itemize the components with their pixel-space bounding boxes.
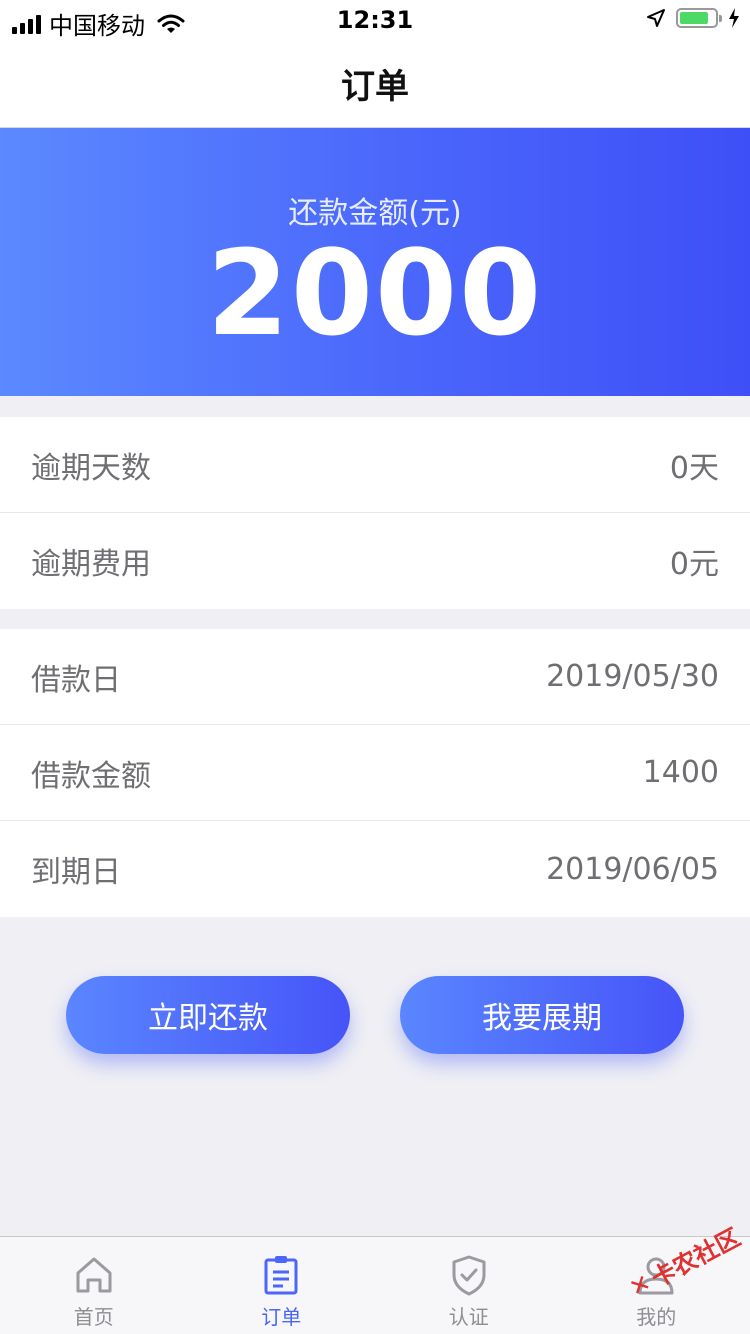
due-date-label: 到期日 [31,855,121,890]
order-icon [264,1256,298,1295]
status-bar: 中国移动 12:31 [0,0,750,40]
home-icon [76,1257,112,1293]
tab-home-label: 首页 [73,1305,114,1329]
overdue-days-row: 逾期天数 0天 [0,417,750,513]
status-time: 12:31 [336,6,414,34]
overdue-fee-row: 逾期费用 0元 [0,513,750,609]
navigation-bar: 订单 [0,40,750,128]
shield-check-icon [452,1255,486,1296]
tab-orders[interactable]: 订单 [188,1237,376,1334]
tab-profile-label: 我的 [636,1305,677,1329]
loan-date-value: 2019/05/30 [546,659,719,694]
overdue-info-group: 逾期天数 0天 逾期费用 0元 [0,417,750,609]
loan-date-row: 借款日 2019/05/30 [0,629,750,725]
tab-verification[interactable]: 认证 [375,1237,563,1334]
loan-amount-label: 借款金额 [31,758,151,794]
repayment-summary-banner: 还款金额(元) 2000 [0,128,750,396]
location-arrow-icon [647,9,665,27]
battery-icon [676,8,722,28]
extend-loan-button[interactable]: 我要展期 [400,976,684,1054]
charging-bolt-icon [729,8,739,28]
due-date-value: 2019/06/05 [546,851,719,887]
tab-verification-label: 认证 [448,1305,489,1329]
overdue-fee-label: 逾期费用 [31,547,151,582]
loan-date-label: 借款日 [31,662,121,698]
loan-amount-value: 1400 [642,755,719,790]
repay-now-button[interactable]: 立即还款 [66,976,350,1054]
status-right [646,8,740,28]
loan-info-group: 借款日 2019/05/30 借款金额 1400 到期日 2019/06/05 [0,629,750,917]
tab-home[interactable]: 首页 [0,1237,188,1334]
overdue-days-label: 逾期天数 [31,450,151,486]
loan-amount-row: 借款金额 1400 [0,725,750,821]
due-date-row: 到期日 2019/06/05 [0,821,750,917]
page-title: 订单 [341,67,409,107]
tab-orders-label: 订单 [261,1305,302,1329]
overdue-days-value: 0天 [669,450,719,486]
repayment-amount-value: 2000 [206,224,544,362]
overdue-fee-value: 0元 [669,547,719,582]
